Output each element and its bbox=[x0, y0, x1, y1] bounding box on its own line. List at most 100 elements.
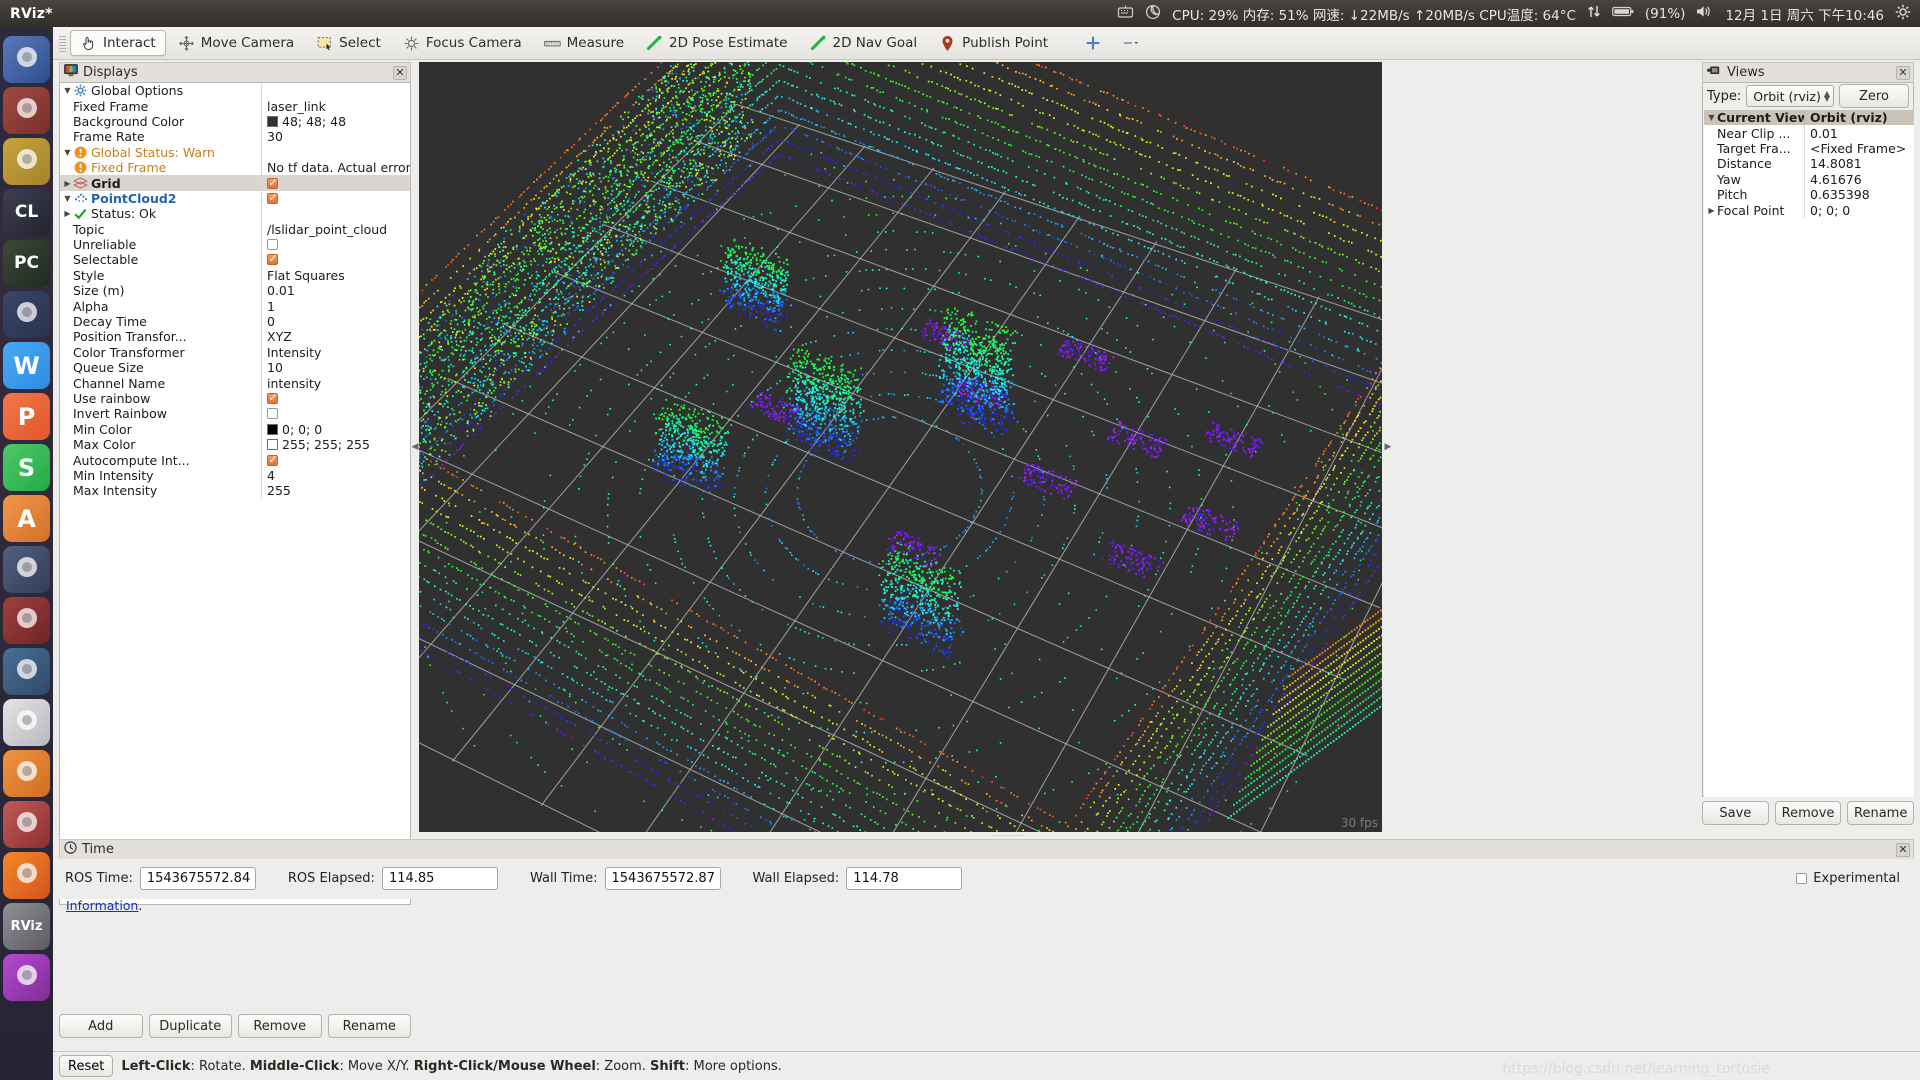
views-row-value[interactable]: <Fixed Frame> bbox=[1810, 141, 1906, 156]
color-swatch[interactable] bbox=[267, 423, 278, 435]
battery-icon[interactable] bbox=[1612, 5, 1634, 22]
experimental-toggle[interactable]: Experimental bbox=[1796, 871, 1914, 886]
color-swatch[interactable] bbox=[267, 115, 278, 127]
duplicate-display-button[interactable]: Duplicate bbox=[148, 1014, 232, 1038]
time-field-input[interactable]: 1543675572.84 bbox=[139, 866, 256, 890]
display-row-background-color[interactable]: Background Color 48; 48; 48 bbox=[60, 113, 410, 130]
display-row-value[interactable]: XYZ bbox=[267, 329, 292, 344]
views-row-near-clip[interactable]: Near Clip ... 0.01 bbox=[1704, 125, 1914, 141]
display-row-channel-name[interactable]: Channel Name intensity bbox=[60, 375, 410, 391]
display-row-alpha[interactable]: Alpha 1 bbox=[60, 298, 410, 314]
toolbar-move-camera-button[interactable]: Move Camera bbox=[168, 30, 304, 56]
launcher-item-wps-presentation[interactable]: P bbox=[3, 393, 50, 440]
display-row-value[interactable]: 48; 48; 48 bbox=[282, 114, 346, 129]
display-row-pointcloud2[interactable]: ▼ PointCloud2 bbox=[60, 190, 410, 207]
display-row-checkbox[interactable] bbox=[267, 191, 278, 204]
toolbar-focus-camera-button[interactable]: Focus Camera bbox=[393, 30, 532, 56]
time-field-input[interactable]: 114.78 bbox=[846, 866, 963, 890]
display-row-value[interactable]: 4 bbox=[267, 468, 275, 483]
rename-view-button[interactable]: Rename bbox=[1847, 801, 1915, 825]
toolbar-publish-point-button[interactable]: Publish Point bbox=[929, 30, 1058, 56]
network-updown-icon[interactable] bbox=[1587, 4, 1601, 23]
launcher-item-ubuntu-dash[interactable] bbox=[3, 36, 50, 83]
zero-button[interactable]: Zero bbox=[1839, 84, 1909, 108]
tree-twisty-toggle[interactable]: ▶ bbox=[62, 209, 73, 218]
volume-icon[interactable] bbox=[1696, 4, 1714, 23]
display-row-value[interactable]: 30 bbox=[267, 129, 283, 144]
display-row-selectable[interactable]: Selectable bbox=[60, 252, 410, 268]
display-row-grid[interactable]: ▶ Grid bbox=[60, 175, 410, 191]
tree-twisty-toggle[interactable]: ▼ bbox=[62, 194, 73, 203]
display-row-status-ok[interactable]: ▶ Status: Ok bbox=[60, 206, 410, 222]
experimental-checkbox[interactable] bbox=[1796, 872, 1808, 884]
shutter-icon[interactable] bbox=[1145, 4, 1161, 24]
reset-button[interactable]: Reset bbox=[59, 1055, 114, 1077]
toolbar-interact-button[interactable]: Interact bbox=[70, 30, 166, 56]
display-row-value[interactable]: 255 bbox=[267, 483, 291, 498]
display-row-position-transfor[interactable]: Position Transfor... XYZ bbox=[60, 329, 410, 345]
display-row-autocompute-int[interactable]: Autocompute Int... bbox=[60, 452, 410, 468]
views-row-value[interactable]: 0.01 bbox=[1810, 126, 1838, 141]
views-row-distance[interactable]: Distance 14.8081 bbox=[1704, 156, 1914, 172]
launcher-item-pycharm[interactable]: PC bbox=[3, 240, 50, 287]
display-row-checkbox[interactable] bbox=[267, 239, 278, 251]
display-row-fixed-frame[interactable]: Fixed Frame No tf data. Actual error... bbox=[60, 159, 410, 176]
views-row-value[interactable]: 14.8081 bbox=[1810, 156, 1862, 171]
color-swatch[interactable] bbox=[267, 439, 278, 451]
launcher-item-graph-app[interactable] bbox=[3, 291, 50, 338]
left-splitter[interactable]: ◀ bbox=[411, 62, 419, 832]
close-icon[interactable]: ✕ bbox=[1896, 842, 1910, 857]
launcher-item-system-settings-tools[interactable] bbox=[3, 546, 50, 593]
toolbar-drag-handle[interactable] bbox=[59, 33, 66, 53]
3d-render-view[interactable]: 30 fps bbox=[419, 62, 1382, 832]
views-row-value[interactable]: 0; 0; 0 bbox=[1810, 203, 1850, 218]
display-row-value[interactable]: /lslidar_point_cloud bbox=[267, 222, 387, 237]
tree-twisty-toggle[interactable]: ▶ bbox=[1706, 206, 1717, 215]
close-icon[interactable]: ✕ bbox=[1896, 65, 1910, 80]
toolbar-2d-nav-goal-button[interactable]: 2D Nav Goal bbox=[800, 30, 928, 56]
time-field-input[interactable]: 1543675572.87 bbox=[604, 866, 721, 890]
launcher-item-shutter-tool[interactable] bbox=[3, 648, 50, 695]
display-row-value[interactable]: laser_link bbox=[267, 99, 326, 114]
display-row-style[interactable]: Style Flat Squares bbox=[60, 267, 410, 284]
launcher-item-pdf-reader[interactable] bbox=[3, 801, 50, 848]
display-row-checkbox[interactable] bbox=[267, 252, 278, 266]
launcher-item-wps-spreadsheet[interactable]: S bbox=[3, 444, 50, 491]
view-type-select[interactable]: Orbit (rviz) ▲ ▼ bbox=[1746, 85, 1834, 107]
remove-display-button[interactable]: Remove bbox=[238, 1014, 322, 1038]
views-tree[interactable]: ▼ Current View Orbit (rviz) Near Clip ... 0.… bbox=[1704, 110, 1914, 797]
time-field-input[interactable]: 114.85 bbox=[381, 866, 498, 890]
display-row-fixed-frame[interactable]: Fixed Frame laser_link bbox=[60, 98, 410, 114]
launcher-item-screenshot-tool[interactable] bbox=[3, 954, 50, 1001]
display-row-max-color[interactable]: Max Color 255; 255; 255 bbox=[60, 436, 410, 453]
display-row-unreliable[interactable]: Unreliable bbox=[60, 236, 410, 253]
launcher-item-ubuntu-software[interactable]: A bbox=[3, 495, 50, 542]
launcher-item-files[interactable] bbox=[3, 87, 50, 134]
views-row-target-fra[interactable]: Target Fra... <Fixed Frame> bbox=[1704, 140, 1914, 157]
launcher-item-google-chrome[interactable] bbox=[3, 138, 50, 185]
views-row-value[interactable]: 4.61676 bbox=[1810, 172, 1862, 187]
launcher-item-wps-writer[interactable]: W bbox=[3, 342, 50, 389]
display-row-max-intensity[interactable]: Max Intensity 255 bbox=[60, 483, 410, 499]
toolbar-minus-dropdown-button[interactable] bbox=[1113, 30, 1150, 56]
display-row-value[interactable]: 255; 255; 255 bbox=[282, 437, 370, 452]
views-row-value[interactable]: Orbit (rviz) bbox=[1810, 110, 1888, 125]
toolbar-measure-button[interactable]: Measure bbox=[534, 30, 634, 56]
display-row-size-m[interactable]: Size (m) 0.01 bbox=[60, 283, 410, 299]
rename-display-button[interactable]: Rename bbox=[327, 1014, 411, 1038]
tree-twisty-toggle[interactable]: ▶ bbox=[62, 179, 73, 188]
views-row-value[interactable]: 0.635398 bbox=[1810, 187, 1870, 202]
launcher-item-terminator[interactable] bbox=[3, 597, 50, 644]
close-icon[interactable]: ✕ bbox=[393, 65, 407, 80]
gear-icon[interactable] bbox=[1895, 4, 1911, 24]
launcher-item-rviz[interactable]: RViz bbox=[3, 903, 50, 950]
display-row-color-transformer[interactable]: Color Transformer Intensity bbox=[60, 344, 410, 361]
display-row-min-color[interactable]: Min Color 0; 0; 0 bbox=[60, 421, 410, 437]
display-row-value[interactable]: 0; 0; 0 bbox=[282, 422, 322, 437]
display-row-decay-time[interactable]: Decay Time 0 bbox=[60, 313, 410, 330]
tree-twisty-toggle[interactable]: ▼ bbox=[1706, 113, 1717, 122]
display-row-value[interactable]: Intensity bbox=[267, 345, 321, 360]
toolbar-select-button[interactable]: Select bbox=[306, 30, 391, 56]
toolbar-plus-button[interactable] bbox=[1074, 30, 1111, 56]
display-row-topic[interactable]: Topic/lslidar_point_cloud bbox=[60, 221, 410, 237]
